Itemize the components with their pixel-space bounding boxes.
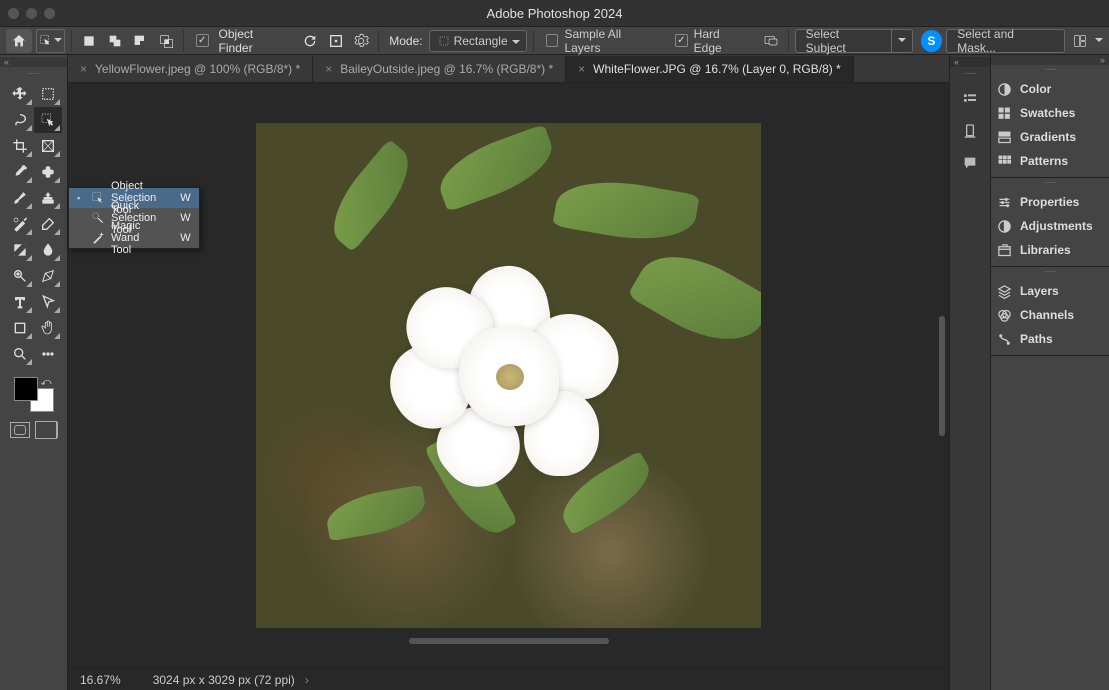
gradient-tool[interactable] bbox=[6, 237, 34, 263]
current-tool-preset[interactable] bbox=[36, 29, 66, 53]
subtract-selection-icon[interactable] bbox=[129, 30, 151, 52]
close-tab-icon[interactable]: × bbox=[325, 62, 332, 76]
select-subject-dropdown[interactable] bbox=[892, 35, 912, 46]
device-preview-icon[interactable] bbox=[956, 117, 984, 145]
status-bar: 16.67% 3024 px x 3029 px (72 ppi) bbox=[68, 668, 949, 690]
lasso-tool[interactable] bbox=[6, 107, 34, 133]
photo-content bbox=[256, 123, 761, 628]
document-tab[interactable]: ×BaileyOutside.jpeg @ 16.7% (RGB/8*) * bbox=[313, 56, 566, 82]
mode-label: Mode: bbox=[389, 34, 422, 48]
document-tab[interactable]: ×WhiteFlower.JPG @ 16.7% (Layer 0, RGB/8… bbox=[566, 56, 854, 82]
close-tab-icon[interactable]: × bbox=[578, 62, 585, 76]
workspace-dropdown[interactable] bbox=[1095, 38, 1103, 46]
hand-tool[interactable] bbox=[34, 315, 62, 341]
tools-panel: ⤺ ▪ Object Selection Tool W Quick Select… bbox=[0, 55, 68, 690]
right-panels: Color Swatches Gradients Patterns Proper… bbox=[991, 55, 1109, 690]
history-panel-icon[interactable] bbox=[956, 85, 984, 113]
add-selection-icon[interactable] bbox=[104, 30, 126, 52]
hard-edge-label: Hard Edge bbox=[694, 27, 750, 55]
eraser-tool[interactable] bbox=[34, 211, 62, 237]
adjustments-panel[interactable]: Adjustments bbox=[991, 214, 1109, 238]
document-tab[interactable]: ×YellowFlower.jpeg @ 100% (RGB/8*) * bbox=[68, 56, 313, 82]
crop-tool[interactable] bbox=[6, 133, 34, 159]
refresh-icon[interactable] bbox=[299, 30, 321, 52]
properties-panel[interactable]: Properties bbox=[991, 190, 1109, 214]
hard-edge-checkbox[interactable] bbox=[675, 34, 688, 47]
move-tool[interactable] bbox=[6, 81, 34, 107]
mode-dropdown[interactable]: Rectangle bbox=[429, 30, 527, 52]
sample-all-label: Sample All Layers bbox=[564, 27, 658, 55]
close-tab-icon[interactable]: × bbox=[80, 62, 87, 76]
color-swatches[interactable]: ⤺ bbox=[14, 377, 54, 412]
canvas[interactable] bbox=[68, 83, 949, 668]
document-tabs: ×YellowFlower.jpeg @ 100% (RGB/8*) * ×Ba… bbox=[68, 55, 949, 83]
shape-tool[interactable] bbox=[6, 315, 34, 341]
select-subject-button[interactable]: Select Subject bbox=[795, 29, 913, 53]
layers-panel[interactable]: Layers bbox=[991, 279, 1109, 303]
object-finder-checkbox[interactable] bbox=[196, 34, 209, 47]
channels-panel[interactable]: Channels bbox=[991, 303, 1109, 327]
path-selection-tool[interactable] bbox=[34, 289, 62, 315]
healing-brush-tool[interactable] bbox=[34, 159, 62, 185]
libraries-panel[interactable]: Libraries bbox=[991, 238, 1109, 262]
new-selection-icon[interactable] bbox=[78, 30, 100, 52]
options-bar: Object Finder Mode: Rectangle Sample All… bbox=[0, 26, 1109, 55]
feedback-icon[interactable] bbox=[760, 30, 782, 52]
dodge-tool[interactable] bbox=[6, 263, 34, 289]
app-title: Adobe Photoshop 2024 bbox=[487, 6, 623, 21]
drag-handle-icon[interactable] bbox=[991, 267, 1109, 275]
gradients-panel[interactable]: Gradients bbox=[991, 125, 1109, 149]
drag-handle-icon[interactable] bbox=[991, 178, 1109, 186]
show-overlay-icon[interactable] bbox=[325, 30, 347, 52]
eyedropper-tool[interactable] bbox=[6, 159, 34, 185]
vertical-scrollbar[interactable] bbox=[939, 316, 945, 436]
settings-gear-icon[interactable] bbox=[351, 30, 373, 52]
dock-collapse-icon[interactable] bbox=[950, 57, 990, 67]
paths-panel[interactable]: Paths bbox=[991, 327, 1109, 351]
flyout-magic-wand[interactable]: Magic Wand Tool W bbox=[69, 228, 199, 248]
foreground-color[interactable] bbox=[14, 377, 38, 401]
type-tool[interactable] bbox=[6, 289, 34, 315]
window-titlebar: Adobe Photoshop 2024 bbox=[0, 0, 1109, 26]
object-selection-tool[interactable] bbox=[34, 107, 62, 133]
select-and-mask-button[interactable]: Select and Mask... bbox=[946, 29, 1065, 53]
intersect-selection-icon[interactable] bbox=[155, 30, 177, 52]
drag-handle-icon[interactable] bbox=[991, 65, 1109, 73]
comments-panel-icon[interactable] bbox=[956, 149, 984, 177]
swatches-panel[interactable]: Swatches bbox=[991, 101, 1109, 125]
zoom-level[interactable]: 16.67% bbox=[80, 673, 121, 687]
home-button[interactable] bbox=[6, 29, 32, 53]
frame-tool[interactable] bbox=[34, 133, 62, 159]
blur-tool[interactable] bbox=[34, 237, 62, 263]
history-brush-tool[interactable] bbox=[6, 211, 34, 237]
minimize-window-icon[interactable] bbox=[26, 8, 37, 19]
object-finder-label: Object Finder bbox=[219, 27, 290, 55]
edit-toolbar[interactable] bbox=[34, 341, 62, 367]
maximize-window-icon[interactable] bbox=[44, 8, 55, 19]
document-area: ×YellowFlower.jpeg @ 100% (RGB/8*) * ×Ba… bbox=[68, 55, 949, 690]
marquee-tool[interactable] bbox=[34, 81, 62, 107]
collapsed-dock bbox=[949, 55, 991, 690]
horizontal-scrollbar[interactable] bbox=[409, 638, 609, 644]
document-dimensions[interactable]: 3024 px x 3029 px (72 ppi) bbox=[153, 673, 309, 687]
close-window-icon[interactable] bbox=[8, 8, 19, 19]
patterns-panel[interactable]: Patterns bbox=[991, 149, 1109, 173]
zoom-tool[interactable] bbox=[6, 341, 34, 367]
tools-collapse-icon[interactable] bbox=[0, 57, 67, 67]
pen-tool[interactable] bbox=[34, 263, 62, 289]
swap-colors-icon[interactable]: ⤺ bbox=[41, 377, 52, 388]
drag-handle-icon[interactable] bbox=[950, 69, 990, 77]
quick-mask-icon[interactable] bbox=[10, 422, 30, 438]
drag-handle-icon[interactable] bbox=[14, 69, 54, 77]
workspace-icon[interactable] bbox=[1069, 30, 1091, 52]
sample-all-layers-checkbox[interactable] bbox=[546, 34, 559, 47]
brush-tool[interactable] bbox=[6, 185, 34, 211]
clone-stamp-tool[interactable] bbox=[34, 185, 62, 211]
window-controls bbox=[8, 8, 55, 19]
selection-tool-flyout: ▪ Object Selection Tool W Quick Selectio… bbox=[68, 187, 200, 249]
screen-mode-icon[interactable] bbox=[38, 422, 58, 438]
color-panel[interactable]: Color bbox=[991, 77, 1109, 101]
user-avatar[interactable]: S bbox=[921, 30, 943, 52]
